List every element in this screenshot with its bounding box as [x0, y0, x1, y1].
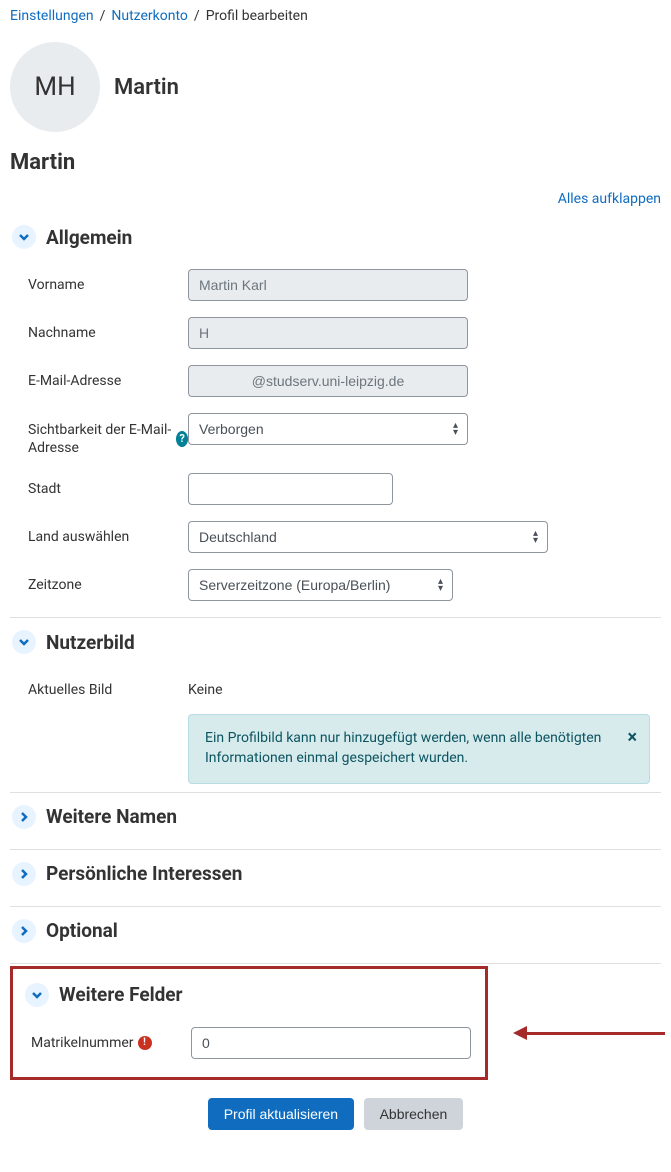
land-select[interactable]: Deutschland	[188, 521, 548, 553]
section-title-general: Allgemein	[46, 226, 132, 249]
expand-all-container: Alles aufklappen	[10, 191, 661, 207]
section-title-weitere-namen: Weitere Namen	[46, 805, 177, 828]
aktuelles-bild-value: Keine	[188, 682, 223, 698]
label-zeitzone: Zeitzone	[28, 569, 188, 593]
chevron-down-icon	[12, 225, 36, 249]
profile-name: Martin	[114, 75, 179, 100]
info-box-profilbild: Ein Profilbild kann nur hinzugefügt werd…	[188, 714, 650, 783]
label-land: Land auswählen	[28, 521, 188, 545]
label-email: E-Mail-Adresse	[28, 365, 188, 389]
divider	[10, 617, 661, 618]
section-toggle-interessen[interactable]: Persönliche Interessen	[10, 852, 661, 898]
divider	[10, 906, 661, 907]
label-aktuelles-bild: Aktuelles Bild	[28, 674, 188, 698]
stadt-input[interactable]	[188, 473, 393, 505]
save-button[interactable]: Profil aktualisieren	[208, 1098, 354, 1130]
chevron-down-icon	[25, 983, 49, 1007]
required-icon: !	[138, 1036, 152, 1050]
profile-header: MH Martin	[10, 42, 661, 132]
chevron-right-icon	[12, 919, 36, 943]
divider	[10, 849, 661, 850]
label-nachname: Nachname	[28, 317, 188, 341]
matrikelnummer-input[interactable]	[191, 1027, 471, 1059]
label-matrikelnummer: Matrikelnummer !	[31, 1027, 191, 1051]
section-title-optional: Optional	[46, 919, 118, 942]
page-title: Martin	[10, 150, 661, 175]
cancel-button[interactable]: Abbrechen	[364, 1098, 464, 1130]
section-toggle-nutzerbild[interactable]: Nutzerbild	[10, 620, 661, 666]
close-icon[interactable]: ×	[627, 725, 637, 750]
vorname-input	[188, 269, 468, 301]
label-visibility: Sichtbarkeit der E-Mail-Adresse ?	[28, 413, 188, 457]
highlight-annotation: Weitere Felder Matrikelnummer !	[10, 966, 488, 1080]
section-title-weitere-felder: Weitere Felder	[59, 983, 183, 1006]
chevron-down-icon	[12, 630, 36, 654]
label-vorname: Vorname	[28, 269, 188, 293]
visibility-select[interactable]: Verborgen	[188, 413, 468, 445]
section-toggle-weitere-namen[interactable]: Weitere Namen	[10, 795, 661, 841]
label-stadt: Stadt	[28, 473, 188, 497]
section-toggle-optional[interactable]: Optional	[10, 909, 661, 955]
help-icon[interactable]: ?	[176, 431, 188, 447]
chevron-right-icon	[12, 805, 36, 829]
avatar: MH	[10, 42, 100, 132]
nachname-input	[188, 317, 468, 349]
breadcrumb-link-account[interactable]: Nutzerkonto	[111, 8, 188, 24]
divider	[10, 963, 661, 964]
arrow-annotation	[525, 1032, 665, 1035]
expand-all-link[interactable]: Alles aufklappen	[558, 191, 661, 207]
section-toggle-weitere-felder[interactable]: Weitere Felder	[19, 973, 479, 1019]
divider	[10, 792, 661, 793]
breadcrumb: Einstellungen/Nutzerkonto/Profil bearbei…	[10, 8, 661, 24]
section-title-interessen: Persönliche Interessen	[46, 862, 242, 885]
button-row: Profil aktualisieren Abbrechen	[10, 1098, 661, 1130]
email-input	[188, 365, 468, 397]
breadcrumb-current: Profil bearbeiten	[206, 8, 308, 24]
section-toggle-general[interactable]: Allgemein	[10, 215, 661, 261]
chevron-right-icon	[12, 862, 36, 886]
zeitzone-select[interactable]: Serverzeitzone (Europa/Berlin)	[188, 569, 453, 601]
section-title-nutzerbild: Nutzerbild	[46, 631, 135, 654]
breadcrumb-link-settings[interactable]: Einstellungen	[10, 8, 94, 24]
